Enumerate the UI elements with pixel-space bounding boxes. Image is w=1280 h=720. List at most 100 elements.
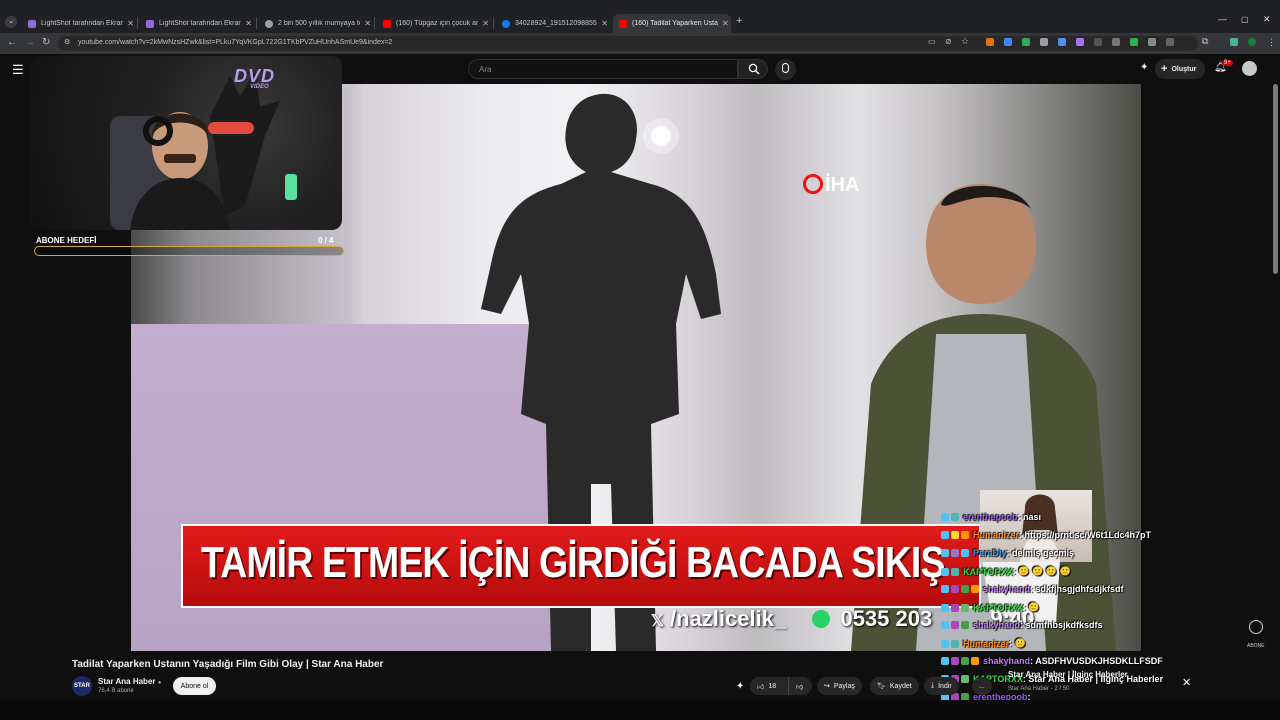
chat-message: Humanizer: https://prnt.sc/W6t1Ldc4h7pT <box>941 530 1151 540</box>
chat-text: : 🙂 🙂 🙂 🙂 <box>1012 566 1071 576</box>
ai-sparkle-icon[interactable]: ✦ <box>736 681 744 692</box>
chat-message: shakyhand: sdmfhbsjkdfksdfs <box>941 620 1103 630</box>
tab-close-icon[interactable]: ✕ <box>245 19 252 28</box>
thumbs-up-icon: 👍︎ <box>757 683 765 691</box>
chat-text: : 🙂 <box>1022 602 1040 612</box>
banner-text: TAMİR ETMEK İÇİN GİRDİĞİ BACADA SIKIŞ <box>201 538 945 587</box>
extension-icon[interactable] <box>1112 38 1120 46</box>
chat-username: KAPTORXX <box>973 602 1023 613</box>
tab-close-icon[interactable]: ✕ <box>482 19 489 28</box>
chat-text: : https://prnt.sc/W6t1Ldc4h7pT <box>1019 530 1152 540</box>
dvd-logo-sub: VIDEO <box>250 84 269 90</box>
chat-username: Humanizer <box>973 530 1020 540</box>
browser-menu-icon[interactable]: ⋮ <box>1267 37 1276 48</box>
site-info-icon[interactable]: ⚙ <box>64 38 70 46</box>
browser-tab[interactable]: 34028924_1915120988552403 ✕ <box>496 14 608 33</box>
browser-tab[interactable]: 2 bin 500 yıllık mumyaya tecav ✕ <box>259 14 371 33</box>
like-button[interactable]: 👍︎ 18 <box>750 677 788 695</box>
subscribe-logo-icon <box>1248 620 1263 634</box>
new-tab-icon[interactable]: + <box>736 15 742 27</box>
chat-badge-icon <box>941 531 949 539</box>
extension-icon[interactable] <box>986 38 994 46</box>
chat-message: ParaDiy: delmiş geçmiş <box>941 548 1074 558</box>
chat-badge-icon <box>971 585 979 593</box>
browser-tab[interactable]: LightShot tarafından Ekran Gör ✕ <box>22 14 134 33</box>
chat-username: shakyhand <box>983 656 1031 666</box>
forward-icon[interactable]: → <box>25 37 35 48</box>
chat-badge-icon <box>951 531 959 539</box>
extension-icon[interactable] <box>1004 38 1012 46</box>
tab-close-icon[interactable]: ✕ <box>722 19 729 28</box>
minimize-icon[interactable]: — <box>1218 14 1227 24</box>
verified-icon: ● <box>157 680 162 686</box>
tab-label: (160) Tüpgaz için çocuk artık <box>396 20 479 27</box>
tab-close-icon[interactable]: ✕ <box>601 19 608 28</box>
download-icon: ⤓ <box>931 682 935 689</box>
subscriber-count: 76,4 B abone <box>98 688 134 694</box>
search-input[interactable]: Ara <box>468 59 738 79</box>
extension-icon[interactable] <box>1130 38 1138 46</box>
extension-icon[interactable] <box>1230 38 1238 46</box>
corner-label: ABONE <box>1247 643 1265 649</box>
hamburger-menu-icon[interactable]: ☰ <box>12 62 24 78</box>
extensions-puzzle-icon[interactable]: ⧉ <box>1202 36 1208 47</box>
browser-tab[interactable]: (160) Tüpgaz için çocuk artık ✕ <box>377 14 489 33</box>
browser-tab[interactable]: LightShot tarafından Ekran Gör ✕ <box>140 14 252 33</box>
back-icon[interactable]: ← <box>7 37 17 48</box>
extension-icon[interactable] <box>1058 38 1066 46</box>
close-window-icon[interactable]: ✕ <box>1263 14 1271 25</box>
cast-icon[interactable]: ▭ <box>928 37 936 46</box>
cast-ai-icon[interactable]: ✦ <box>1140 62 1148 73</box>
restore-icon[interactable]: ▢ <box>1241 15 1249 24</box>
ticker-phone: 0535 203 <box>840 606 933 631</box>
chat-badge-icon <box>961 621 969 629</box>
search-placeholder: Ara <box>479 65 492 74</box>
eye-off-icon[interactable]: ⊘ <box>945 37 952 46</box>
chat-message: KAPTORXX: 🙂 🙂 🙂 🙂 <box>941 566 1071 577</box>
save-button[interactable]: 🔖︎ Kaydet <box>870 677 919 695</box>
dislike-button[interactable]: 👎︎ <box>788 677 812 695</box>
browser-tab-active[interactable]: (160) Tadilat Yaparken Ustanı ✕ <box>613 14 731 33</box>
extension-icon[interactable] <box>1166 38 1174 46</box>
subscriber-goal-count: 0 / 4 <box>318 236 334 245</box>
extension-icon[interactable] <box>1040 38 1048 46</box>
chat-message: shakyhand: ASDFHVUSDKJHSDKLLFSDF <box>941 656 1163 666</box>
extension-icon[interactable] <box>1094 38 1102 46</box>
chat-badge-icon <box>961 675 969 683</box>
extension-icon[interactable] <box>1022 38 1030 46</box>
tab-search-icon[interactable]: ⌄ <box>5 16 17 28</box>
voice-search-button[interactable] <box>775 59 796 80</box>
chat-badge-icon <box>941 657 949 665</box>
url-text[interactable]: youtube.com/watch?v=2kMwNzsHZwk&list=PLk… <box>78 39 392 46</box>
share-button[interactable]: ↪ Paylaş <box>817 677 862 695</box>
chat-message: shakyhand: sdkfjhsgjdhfsdjkfsdf <box>941 584 1124 594</box>
extension-icon[interactable] <box>1076 38 1084 46</box>
more-actions-button[interactable]: ... <box>972 677 992 695</box>
subscribe-button[interactable]: Abone ol <box>173 677 216 695</box>
bookmark-star-icon[interactable]: ☆ <box>961 36 969 47</box>
extension-icon[interactable] <box>1148 38 1156 46</box>
channel-name[interactable]: Star Ana Haber ● <box>98 677 161 686</box>
chat-badge-icon <box>951 567 959 576</box>
chat-badge-icon <box>951 513 959 521</box>
plus-icon: + <box>1161 63 1168 75</box>
x-logo-icon: 𝕏 <box>651 613 664 630</box>
mic-icon <box>782 63 789 73</box>
chat-text: : sdkfjhsgjdhfsdjkfsdf <box>1030 584 1124 594</box>
download-button[interactable]: ⤓ İndir <box>924 677 959 695</box>
channel-avatar[interactable]: STAR <box>72 676 92 696</box>
chat-message: Humanizer: 🙂 <box>941 638 1026 649</box>
chat-badge-icon <box>941 603 949 612</box>
reload-icon[interactable]: ↻ <box>42 37 50 48</box>
chat-badge-icon <box>941 639 949 648</box>
tab-close-icon[interactable]: ✕ <box>364 19 371 28</box>
playlist-title: Star Ana Haber | İlginç Haberler <box>1008 670 1128 679</box>
tab-close-icon[interactable]: ✕ <box>127 19 134 28</box>
account-avatar[interactable] <box>1242 61 1257 76</box>
close-playlist-icon[interactable]: ✕ <box>1182 676 1191 689</box>
search-button[interactable] <box>738 59 768 79</box>
profile-icon[interactable] <box>1248 38 1256 46</box>
create-button[interactable]: + Oluştur <box>1155 59 1205 79</box>
scrollbar-thumb[interactable] <box>1273 84 1278 274</box>
notification-count-badge: 9+ <box>1222 60 1233 66</box>
